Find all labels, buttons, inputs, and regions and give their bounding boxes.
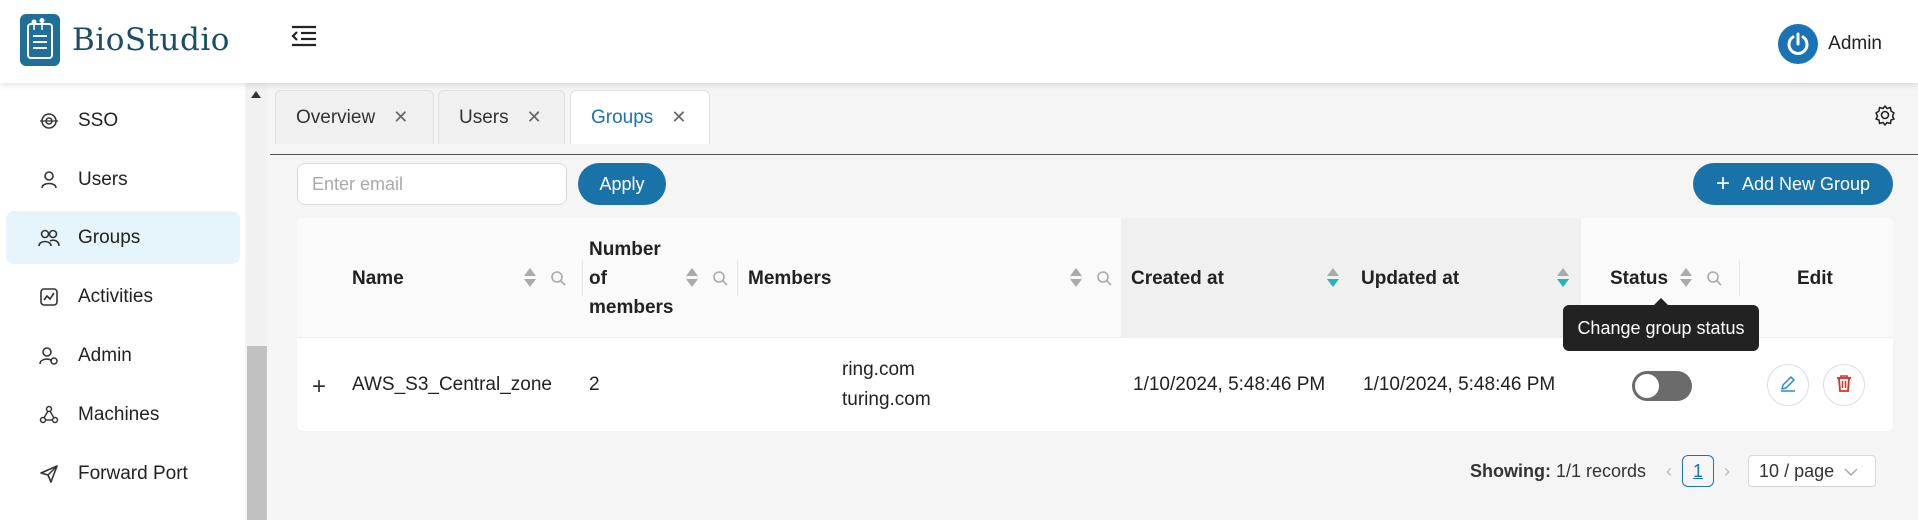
edit-button[interactable]: [1767, 364, 1809, 406]
sidebar-scrollbar[interactable]: [247, 83, 267, 520]
created-at-cell: 1/10/2024, 5:48:46 PM: [1133, 374, 1326, 395]
add-new-group-label: Add New Group: [1741, 173, 1871, 194]
records-summary: Showing: 1/1 records: [1470, 461, 1646, 482]
header-line: members: [589, 296, 674, 318]
sidebar-item-label: Activities: [78, 285, 153, 307]
chevron-left-icon[interactable]: ‹: [1666, 461, 1672, 482]
sidebar-item-label: Admin: [78, 344, 132, 366]
send-icon: [38, 463, 60, 485]
sidebar-item-activities[interactable]: Activities: [6, 270, 240, 323]
sort-icon[interactable]: [1557, 268, 1569, 288]
sso-icon: [38, 110, 60, 132]
scroll-up-icon[interactable]: [251, 91, 261, 98]
showing-label: Showing:: [1470, 460, 1551, 481]
member-email: ring.com: [842, 359, 915, 380]
activities-icon: [38, 286, 60, 308]
showing-value: 1/1 records: [1556, 460, 1647, 481]
close-icon[interactable]: ✕: [393, 107, 408, 128]
sidebar-item-machines[interactable]: Machines: [6, 388, 240, 441]
column-divider: [737, 260, 738, 296]
tab-groups[interactable]: Groups ✕: [570, 90, 710, 144]
sidebar-item-forward-port[interactable]: Forward Port: [6, 447, 240, 500]
page-size-select[interactable]: 10 / page: [1748, 455, 1877, 487]
sidebar-item-label: Users: [78, 168, 128, 190]
member-email: turing.com: [842, 389, 931, 410]
sort-icon[interactable]: [1327, 268, 1339, 288]
delete-button[interactable]: [1823, 364, 1865, 406]
email-filter-input[interactable]: [297, 163, 567, 205]
sidebar: SSO Users Groups Activities Admin Machin…: [0, 83, 245, 520]
toggle-knob: [1635, 374, 1659, 398]
brand-name: BioStudio: [72, 22, 230, 58]
user-icon: [38, 169, 60, 191]
sidebar-item-sso[interactable]: SSO: [6, 94, 240, 147]
column-number-of-members: Number of members: [589, 218, 734, 338]
status-toggle[interactable]: [1632, 371, 1692, 401]
sidebar-item-label: Forward Port: [78, 462, 188, 484]
column-name: Name: [352, 218, 582, 338]
admin-icon: [38, 345, 60, 367]
logo[interactable]: BioStudio: [20, 14, 230, 66]
sidebar-item-admin[interactable]: Admin: [6, 329, 240, 382]
column-edit: Edit: [1797, 267, 1833, 289]
header-line: of: [589, 267, 607, 289]
sort-icon[interactable]: [1070, 268, 1082, 288]
tab-users[interactable]: Users ✕: [438, 90, 565, 144]
chevron-right-icon[interactable]: ›: [1724, 461, 1730, 482]
plus-icon: +: [1715, 170, 1730, 197]
expand-row-icon[interactable]: +: [312, 373, 326, 401]
tab-overview[interactable]: Overview ✕: [275, 90, 434, 144]
close-icon[interactable]: ✕: [671, 107, 686, 128]
menu-collapse-icon[interactable]: [290, 24, 318, 48]
search-icon[interactable]: [550, 270, 566, 286]
tab-label: Overview: [296, 106, 376, 128]
sort-icon[interactable]: [686, 268, 698, 288]
biostudio-logo-icon: [20, 14, 60, 66]
sidebar-item-groups[interactable]: Groups: [6, 211, 240, 264]
status-tooltip: Change group status: [1563, 298, 1759, 351]
sidebar-item-label: Machines: [78, 403, 160, 425]
groups-icon: [38, 227, 60, 249]
top-header: BioStudio Admin: [0, 0, 1918, 83]
user-name: Admin: [1828, 33, 1882, 54]
add-new-group-button[interactable]: + Add New Group: [1693, 163, 1893, 205]
pagination: Showing: 1/1 records ‹ 1 › 10 / page: [1470, 454, 1877, 488]
column-created-at: Created at: [1121, 218, 1351, 338]
page-number[interactable]: 1: [1682, 455, 1715, 487]
tab-label: Groups: [591, 106, 654, 128]
sidebar-item-users[interactable]: Users: [6, 153, 240, 206]
sort-icon[interactable]: [1680, 268, 1692, 288]
column-divider: [1739, 260, 1740, 296]
header-line: Number: [589, 238, 661, 260]
machines-icon: [38, 404, 60, 426]
column-updated-at: Updated at: [1351, 218, 1581, 338]
sidebar-item-label: Groups: [78, 226, 141, 248]
page-size-value: 10 / page: [1759, 460, 1835, 481]
tab-label: Users: [459, 106, 509, 128]
search-icon[interactable]: [1096, 270, 1112, 286]
pencil-icon: [1778, 373, 1798, 398]
updated-at-cell: 1/10/2024, 5:48:46 PM: [1363, 374, 1556, 395]
scroll-thumb[interactable]: [247, 346, 267, 520]
trash-icon: [1834, 373, 1854, 398]
chevron-down-icon: [1844, 461, 1858, 482]
gear-icon[interactable]: [1874, 104, 1896, 126]
close-icon[interactable]: ✕: [527, 107, 542, 128]
user-menu[interactable]: Admin: [1778, 24, 1882, 64]
group-name-cell: AWS_S3_Central_zone: [352, 374, 552, 395]
apply-button[interactable]: Apply: [578, 163, 666, 205]
tab-bar: Overview ✕ Users ✕ Groups ✕: [270, 90, 1918, 155]
power-icon: [1778, 24, 1819, 64]
column-divider: [582, 260, 583, 296]
column-members: Members: [748, 218, 1118, 338]
member-count-cell: 2: [589, 374, 600, 395]
search-icon[interactable]: [712, 270, 728, 286]
sort-icon[interactable]: [524, 268, 536, 288]
sidebar-item-label: SSO: [78, 109, 119, 131]
search-icon[interactable]: [1706, 270, 1722, 286]
